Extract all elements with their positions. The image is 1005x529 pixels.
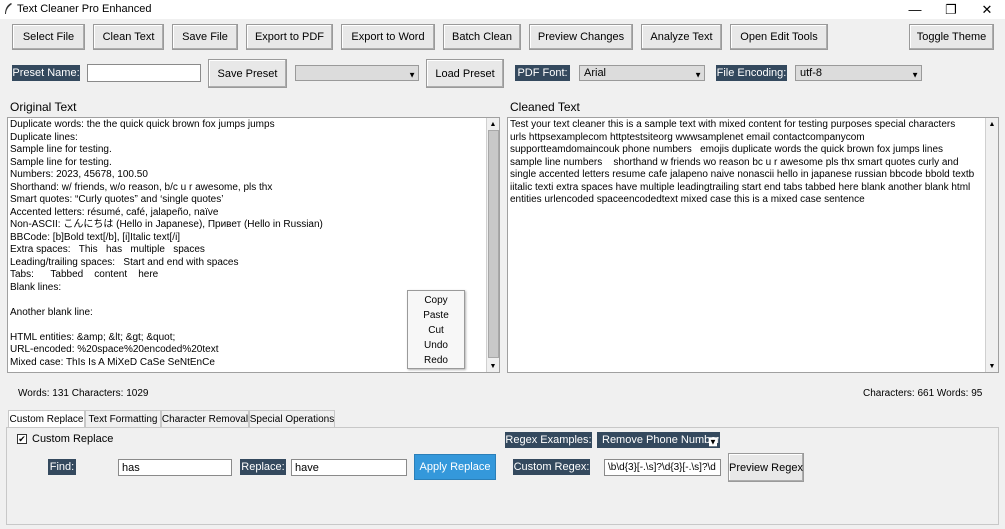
custom-replace-panel: [6, 427, 999, 525]
original-text-line: Shorthand: w/ friends, w/o reason, b/c u…: [10, 181, 273, 193]
original-text-line: Sample line for testing.: [10, 156, 112, 168]
original-text-line: Accented letters: résumé, café, jalapeño…: [10, 206, 219, 218]
pdf-font-select[interactable]: Arial ▼: [579, 65, 705, 81]
menu-item-cut[interactable]: Cut: [408, 323, 464, 338]
replace-label: Replace:: [240, 459, 286, 475]
close-button[interactable]: ✕: [969, 0, 1005, 19]
cleaned-text-heading: Cleaned Text: [510, 100, 580, 114]
original-text-line: Sample line for testing.: [10, 144, 112, 155]
original-text-line: BBCode: [b]Bold text[/b], [i]Italic text…: [10, 231, 181, 243]
scroll-thumb[interactable]: [488, 130, 499, 358]
regex-examples-label: Regex Examples:: [505, 432, 592, 448]
custom-replace-label: Custom Replace: [32, 433, 114, 445]
dropdown-arrow-icon: ▼: [709, 437, 717, 447]
original-text-line: Duplicate words: the the quick quick bro…: [10, 119, 275, 130]
clean-text-button[interactable]: Clean Text: [93, 24, 164, 50]
export-pdf-button[interactable]: Export to PDF: [246, 24, 333, 50]
cleaned-text-area[interactable]: Test your text cleaner this is a sample …: [507, 117, 999, 373]
batch-clean-button[interactable]: Batch Clean: [443, 24, 521, 50]
custom-regex-input[interactable]: \b\d{3}[-.\s]?\d{3}[-.\s]?\d: [604, 459, 721, 476]
preset-name-input[interactable]: [87, 64, 201, 82]
feather-app-icon: [5, 3, 12, 14]
scroll-down-icon[interactable]: ▼: [487, 360, 499, 372]
custom-regex-label: Custom Regex:: [513, 459, 590, 475]
original-text-line: Tabs: Tabbed content here: [10, 269, 159, 280]
load-preset-button[interactable]: Load Preset: [426, 59, 504, 88]
open-edit-tools-button[interactable]: Open Edit Tools: [730, 24, 828, 50]
maximize-button[interactable]: ❐: [933, 0, 969, 19]
tab-special-operations[interactable]: Special Operations: [249, 410, 335, 428]
scroll-down-icon[interactable]: ▼: [986, 360, 998, 372]
menu-item-copy[interactable]: Copy: [408, 293, 464, 308]
preset-name-label: Preset Name:: [12, 65, 80, 81]
cleaned-scrollbar[interactable]: ▲ ▼: [985, 118, 998, 372]
original-text-line: Leading/trailing spaces: Start and end w…: [10, 256, 239, 268]
tab-text-formatting[interactable]: Text Formatting: [85, 410, 161, 428]
preview-regex-button[interactable]: Preview Regex: [728, 453, 804, 482]
dropdown-arrow-icon: ▼: [694, 70, 702, 80]
original-text-line: Extra spaces: This has multiple spaces: [10, 244, 205, 255]
cleaned-stats: Characters: 661 Words: 95: [863, 388, 983, 399]
export-word-button[interactable]: Export to Word: [341, 24, 435, 50]
file-encoding-select[interactable]: utf-8 ▼: [795, 65, 922, 81]
original-text-line: Smart quotes: “Curly quotes” and ‘single…: [10, 194, 224, 205]
title-bar: Text Cleaner Pro Enhanced — ❐ ✕: [0, 0, 1005, 19]
scroll-up-icon[interactable]: ▲: [986, 118, 998, 130]
cleaned-text-line: iitalic texti extra spaces have multiple…: [510, 181, 971, 193]
original-text-line: Duplicate lines:: [10, 131, 78, 143]
dropdown-arrow-icon: ▼: [408, 70, 416, 80]
pdf-font-label: PDF Font:: [515, 65, 570, 81]
file-encoding-label: File Encoding:: [716, 65, 787, 81]
pdf-font-value: Arial: [584, 67, 607, 79]
menu-item-undo[interactable]: Undo: [408, 338, 464, 353]
toggle-theme-button[interactable]: Toggle Theme: [909, 24, 994, 50]
dropdown-arrow-icon: ▼: [911, 70, 919, 80]
original-stats: Words: 131 Characters: 1029: [18, 388, 149, 399]
cleaned-text-line: entities urlencoded spaceencodedtext mix…: [510, 194, 865, 205]
file-encoding-value: utf-8: [800, 67, 823, 79]
menu-item-paste[interactable]: Paste: [408, 308, 464, 323]
preset-select[interactable]: ▼: [295, 65, 419, 81]
select-file-button[interactable]: Select File: [12, 24, 85, 50]
scroll-up-icon[interactable]: ▲: [487, 118, 499, 130]
save-preset-button[interactable]: Save Preset: [208, 59, 287, 88]
cleaned-text-content: Test your text cleaner this is a sample …: [510, 119, 984, 372]
analyze-text-button[interactable]: Analyze Text: [641, 24, 722, 50]
window-title: Text Cleaner Pro Enhanced: [17, 3, 152, 15]
preview-changes-button[interactable]: Preview Changes: [529, 24, 633, 50]
minimize-button[interactable]: —: [897, 0, 933, 19]
cleaned-text-line: sample line numbers shorthand w friends …: [510, 156, 959, 168]
tab-character-removal[interactable]: Character Removal: [161, 410, 249, 428]
cleaned-text-line: single accented letters resume cafe jala…: [510, 169, 975, 180]
cleaned-text-line: Test your text cleaner this is a sample …: [510, 119, 956, 130]
find-input[interactable]: has: [118, 459, 232, 476]
find-label: Find:: [48, 459, 76, 475]
regex-examples-select[interactable]: Remove Phone Numbers ▼: [597, 432, 720, 448]
original-scrollbar[interactable]: ▲ ▼: [486, 118, 499, 372]
tab-custom-replace[interactable]: Custom Replace: [8, 410, 85, 428]
custom-replace-checkbox[interactable]: ✔: [17, 434, 27, 444]
cleaned-text-line: urls httpsexamplecom httptestsiteorg www…: [510, 131, 865, 143]
menu-item-redo[interactable]: Redo: [408, 353, 464, 368]
apply-replace-button[interactable]: Apply Replace: [414, 454, 496, 480]
replace-input[interactable]: have: [291, 459, 407, 476]
original-text-line: Numbers: 2023, 45678, 100.50: [10, 169, 148, 180]
original-text-line: Non-ASCII: こんにちは (Hello in Japanese), Пр…: [10, 219, 323, 230]
original-text-heading: Original Text: [10, 100, 77, 114]
regex-examples-value: Remove Phone Numbers: [602, 434, 720, 446]
cleaned-text-line: supportteamdomaincouk phone numbers emoj…: [510, 144, 944, 155]
context-menu: Copy Paste Cut Undo Redo: [407, 290, 465, 369]
save-file-button[interactable]: Save File: [172, 24, 238, 50]
